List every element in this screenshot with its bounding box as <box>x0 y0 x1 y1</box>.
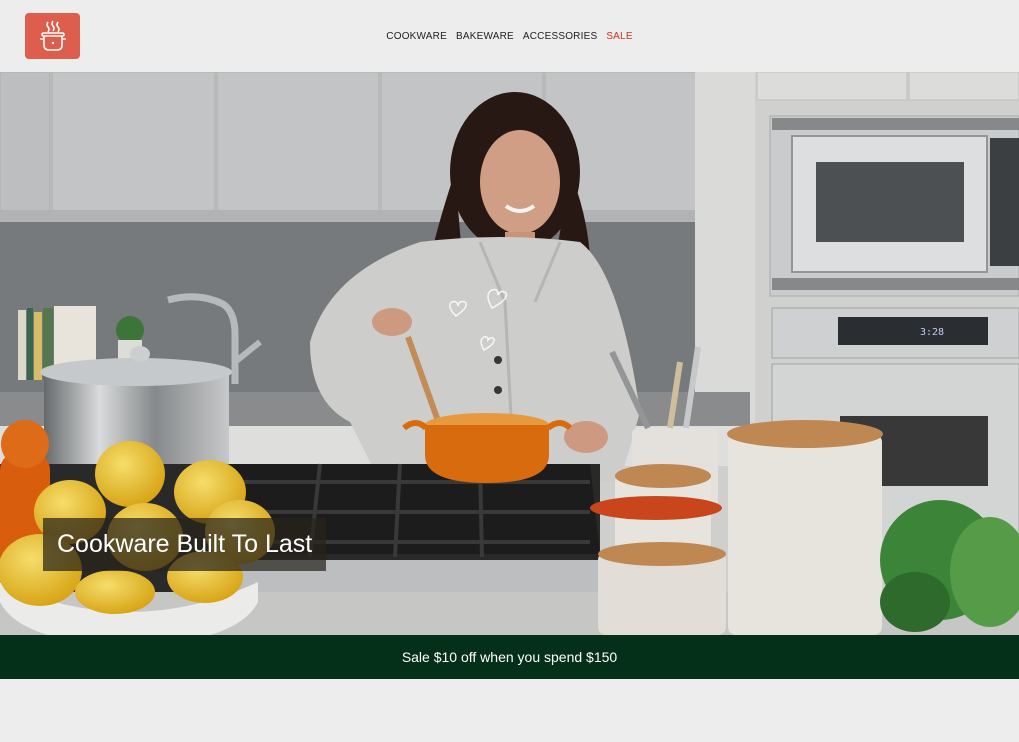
page-footer-area <box>0 679 1019 742</box>
promo-banner[interactable]: Sale $10 off when you spend $150 <box>0 635 1019 679</box>
nav-cookware[interactable]: COOKWARE <box>386 31 447 42</box>
site-header: COOKWARE BAKEWARE ACCESSORIES SALE <box>0 0 1019 72</box>
hero-banner: 3:28 <box>0 72 1019 635</box>
hero-title: Cookware Built To Last <box>43 518 327 571</box>
nav-bakeware[interactable]: BAKEWARE <box>456 31 514 42</box>
nav-accessories[interactable]: ACCESSORIES <box>523 31 597 42</box>
promo-text: Sale $10 off when you spend $150 <box>401 649 618 665</box>
main-nav: COOKWARE BAKEWARE ACCESSORIES SALE <box>0 31 1019 42</box>
nav-sale[interactable]: SALE <box>606 31 632 42</box>
